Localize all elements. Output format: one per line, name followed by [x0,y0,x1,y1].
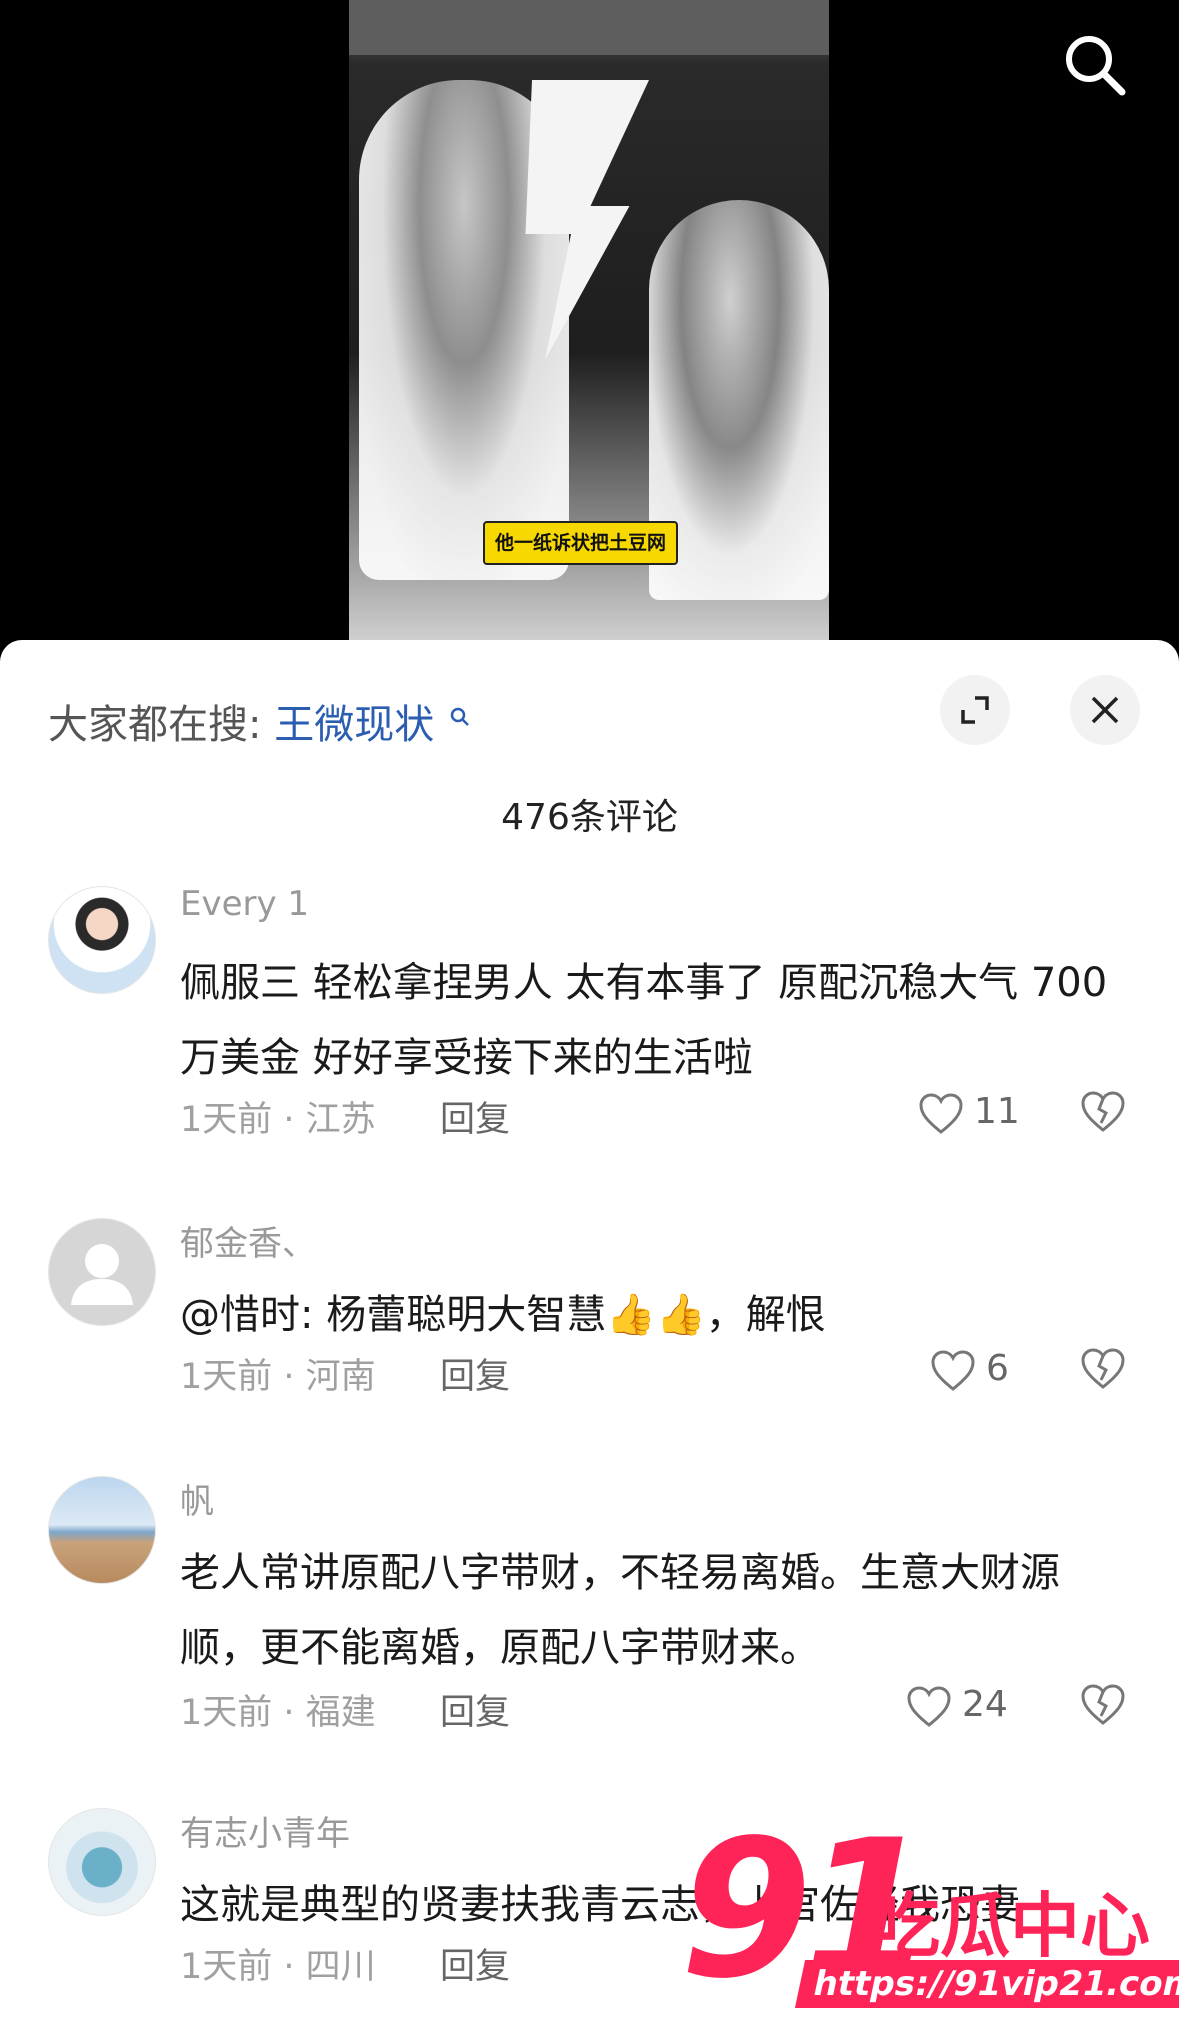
avatar[interactable] [48,1476,156,1584]
search-suggestion[interactable]: 大家都在搜: 王微现状 [48,692,471,750]
expand-icon [961,696,989,724]
broken-heart-icon [1081,1684,1125,1725]
reply-button[interactable]: 回复 [440,1348,510,1399]
username[interactable]: 帆 [180,1474,214,1523]
like-count: 24 [962,1684,1008,1725]
comment-text: 老人常讲原配八字带财，不轻易离婚。生意大财源顺，更不能离婚，原配八字带财来。 [180,1550,1060,1671]
comment-meta: 1天前 · 四川 [180,1947,376,1987]
video-top-bar [349,0,829,55]
close-icon [1091,696,1119,724]
avatar[interactable] [48,1218,156,1326]
comment-text: 佩服三 轻松拿捏男人 太有本事了 原配沉稳大气 700万美金 好好享受接下来的生… [180,960,1108,1081]
reply-button[interactable]: 回复 [440,1938,510,1989]
search-icon[interactable] [1060,30,1130,100]
username[interactable]: 有志小青年 [180,1806,350,1855]
dislike-button[interactable] [1080,1091,1130,1141]
username[interactable]: Every 1 [180,884,309,924]
suggestion-prefix: 大家都在搜: [48,702,262,748]
heart-icon [919,1093,963,1134]
comment-meta: 1天前 · 河南 [180,1357,376,1397]
heart-icon [931,1350,975,1391]
small-search-icon [449,692,471,738]
reply-button[interactable]: 回复 [440,1684,510,1735]
default-avatar-icon [71,1244,133,1305]
video-area[interactable]: 他一纸诉状把土豆网 [0,0,1179,640]
dislike-button[interactable] [1080,1348,1130,1398]
heart-icon [907,1686,951,1727]
reply-button[interactable]: 回复 [440,1091,510,1142]
dislike-button[interactable] [1080,1684,1130,1734]
video-caption: 他一纸诉状把土豆网 [483,521,679,565]
site-watermark: 91 吃瓜中心 https://91vip21.com [680,1810,1179,2020]
comment-text: @惜时: 杨蕾聪明大智慧👍👍，解恨 [180,1292,826,1338]
comment-count: 476条评论 [501,797,678,838]
like-button[interactable]: 24 [906,1684,1056,1734]
comment-meta: 1天前 · 江苏 [180,1100,376,1140]
suggestion-keyword[interactable]: 王微现状 [274,702,434,748]
like-count: 11 [974,1091,1020,1132]
close-button[interactable] [1070,675,1140,745]
broken-heart-icon [1081,1091,1125,1132]
like-button[interactable]: 6 [930,1348,1080,1398]
watermark-url: https://91vip21.com [794,1960,1179,2008]
like-count: 6 [986,1348,1009,1389]
avatar[interactable] [48,886,156,994]
comment-meta: 1天前 · 福建 [180,1693,376,1733]
avatar[interactable] [48,1808,156,1916]
watermark-title: 吃瓜中心 [870,1885,1150,1967]
username[interactable]: 郁金香、 [180,1216,316,1265]
like-button[interactable]: 11 [918,1091,1068,1141]
broken-heart-icon [1081,1348,1125,1389]
expand-button[interactable] [940,675,1010,745]
